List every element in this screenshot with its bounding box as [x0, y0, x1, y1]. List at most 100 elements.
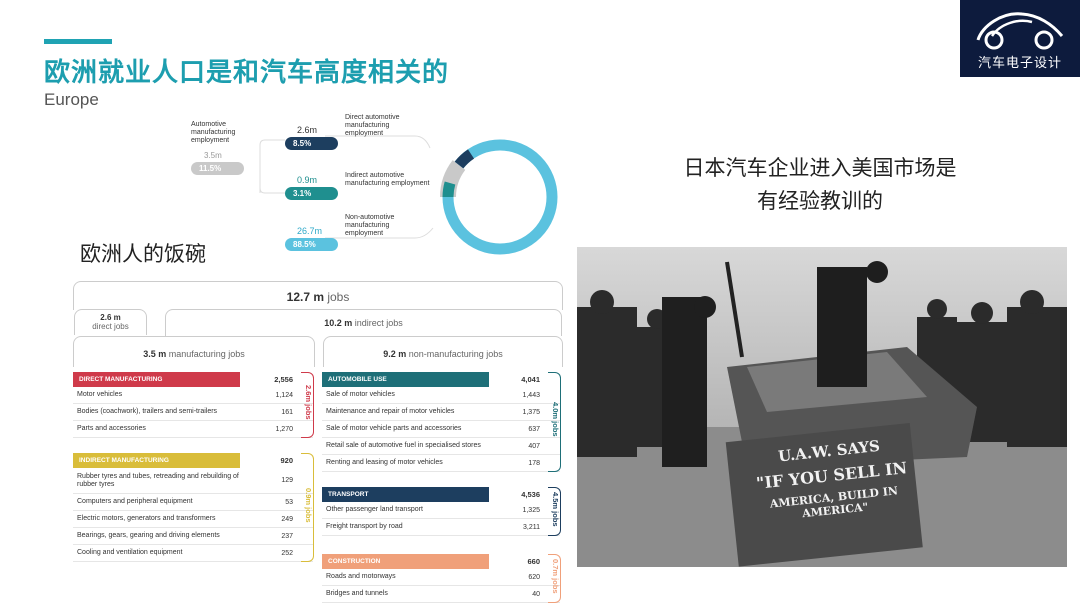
auto-mfg-value: 3.5m: [204, 151, 222, 160]
row-value: 249: [281, 515, 293, 523]
indirect-auto-pct-text: 3.1%: [293, 189, 312, 198]
table-total: 4,041: [521, 375, 540, 384]
non-manufacturing-jobs-box: 9.2 m non-manufacturing jobs: [323, 336, 563, 367]
table-row: Renting and leasing of motor vehicles 178: [322, 455, 560, 472]
table-row: Roads and motorways 620: [322, 569, 560, 586]
row-label: Sale of motor vehicles: [326, 391, 395, 398]
japan-lesson-line-1: 日本汽车企业进入美国市场是: [683, 156, 957, 180]
indirect-jobs-box: 10.2 m indirect jobs: [165, 309, 562, 336]
table-row: Computers and peripheral equipment 53: [73, 494, 313, 511]
row-label: Cooling and ventilation equipment: [77, 549, 183, 556]
table-title: TRANSPORT: [322, 487, 489, 502]
non-auto-label: Non-automotive manufacturing employment: [345, 214, 395, 237]
row-value: 252: [281, 549, 293, 557]
row-label: Computers and peripheral equipment: [77, 498, 193, 505]
row-value: 620: [528, 573, 540, 581]
table-indirect-manufacturing: INDIRECT MANUFACTURING 920 Rubber tyres an…: [73, 453, 314, 562]
car-outline-logo-icon: [976, 12, 1064, 50]
table-automobile-use: AUTOMOBILE USE 4,041 Sale of motor vehicle…: [322, 372, 561, 472]
row-value: 1,325: [522, 506, 540, 514]
table-row: Motor vehicles 1,124: [73, 387, 313, 404]
table-side-label: 0.7m jobs: [551, 558, 560, 594]
table-row: Sale of motor vehicles 1,443: [322, 387, 560, 404]
row-label: Bearings, gears, gearing and driving ele…: [77, 532, 220, 539]
row-label: Roads and motorways: [326, 573, 396, 580]
row-value: 1,375: [522, 408, 540, 416]
table-transport: TRANSPORT 4,536 Other passenger land trans…: [322, 487, 561, 536]
auto-mfg-pct-text: 11.5%: [199, 164, 222, 173]
table-direct-manufacturing: DIRECT MANUFACTURING 2,556 Motor vehicles 1…: [73, 372, 314, 438]
page-title: 欧洲就业人口是和汽车高度相关的: [44, 58, 450, 88]
row-value: 40: [532, 590, 540, 598]
donut-segment-direct: [454, 149, 475, 169]
row-value: 1,270: [275, 425, 293, 433]
row-label: Rubber tyres and tubes, retreading and r…: [77, 472, 239, 488]
auto-mfg-label: Automotive manufacturing employment: [191, 121, 236, 144]
table-header: TRANSPORT 4,536: [322, 487, 560, 502]
indirect-auto-value: 0.9m: [297, 175, 318, 185]
table-total: 4,536: [521, 490, 540, 499]
brand-logo: 汽车电子设计: [960, 0, 1080, 77]
total-jobs-unit: jobs: [327, 290, 350, 304]
japan-lesson-line-2: 有经验教训的: [757, 189, 883, 213]
row-label: Other passenger land transport: [326, 506, 423, 513]
indirect-jobs-num: 10.2 m: [324, 318, 353, 328]
non-manufacturing-jobs-num: 9.2 m: [383, 349, 407, 359]
row-value: 1,443: [522, 391, 540, 399]
table-row: Freight transport by road 3,211: [322, 519, 560, 536]
title-accent-bar: [44, 39, 112, 44]
manufacturing-jobs-box: 3.5 m manufacturing jobs: [73, 336, 315, 367]
total-jobs-num: 12.7 m: [286, 290, 324, 304]
row-value: 161: [281, 408, 293, 416]
donut-segment-indirect: [442, 181, 456, 198]
row-label: Maintenance and repair of motor vehicles: [326, 408, 455, 415]
direct-jobs-num: 2.6 m: [100, 313, 121, 322]
table-row: Rubber tyres and tubes, retreading and r…: [73, 468, 313, 494]
row-value: 407: [528, 442, 540, 450]
row-label: Bridges and tunnels: [326, 590, 388, 597]
employment-donut-chart: [440, 139, 558, 255]
non-manufacturing-jobs-unit: non-manufacturing jobs: [408, 349, 503, 359]
row-value: 237: [281, 532, 293, 540]
table-row: Maintenance and repair of motor vehicles…: [322, 404, 560, 421]
table-row: Other passenger land transport 1,325: [322, 502, 560, 519]
row-value: 129: [281, 477, 293, 484]
direct-jobs-unit: direct jobs: [92, 322, 129, 331]
table-row: Cooling and ventilation equipment 252: [73, 545, 313, 562]
row-value: 53: [285, 498, 293, 506]
table-title: INDIRECT MANUFACTURING: [73, 453, 240, 468]
table-row: Bearings, gears, gearing and driving ele…: [73, 528, 313, 545]
table-total: 660: [527, 557, 540, 566]
manufacturing-jobs-num: 3.5 m: [143, 349, 167, 359]
total-jobs-box: 12.7 m jobs: [73, 281, 563, 310]
table-row: Bodies (coachwork), trailers and semi-tr…: [73, 404, 313, 421]
direct-auto-label: Direct automotive manufacturing employme…: [345, 114, 400, 137]
protest-scene-image: [577, 247, 1067, 567]
row-label: Retail sale of automotive fuel in specia…: [326, 442, 481, 449]
table-row: Retail sale of automotive fuel in specia…: [322, 438, 560, 455]
row-label: Electric motors, generators and transfor…: [77, 515, 216, 522]
table-total: 920: [280, 456, 293, 465]
indirect-auto-pct: 3.1%: [285, 187, 338, 200]
indirect-auto-label: Indirect automotive manufacturing employ…: [345, 172, 430, 187]
manufacturing-jobs-unit: manufacturing jobs: [168, 349, 245, 359]
table-side-label: 2.6m jobs: [304, 385, 313, 420]
table-title: DIRECT MANUFACTURING: [73, 372, 240, 387]
table-header: DIRECT MANUFACTURING 2,556: [73, 372, 313, 387]
row-label: Bodies (coachwork), trailers and semi-tr…: [77, 408, 218, 415]
non-auto-pct: 88.5%: [285, 238, 338, 251]
table-title: AUTOMOBILE USE: [322, 372, 489, 387]
row-label: Motor vehicles: [77, 391, 123, 398]
table-side-label: 4.5m jobs: [551, 491, 560, 527]
table-side-label: 0.9m jobs: [304, 487, 313, 523]
row-label: Renting and leasing of motor vehicles: [326, 459, 443, 466]
row-label: Freight transport by road: [326, 523, 403, 530]
non-auto-value: 26.7m: [297, 226, 323, 236]
table-construction: CONSTRUCTION 660 Roads and motorways 620 Bri…: [322, 554, 561, 603]
row-label: Sale of motor vehicle parts and accessor…: [326, 425, 462, 432]
europe-jobs-heading: 欧洲人的饭碗: [80, 242, 206, 266]
direct-auto-pct-text: 8.5%: [293, 139, 312, 148]
auto-mfg-pct: 11.5%: [191, 162, 244, 175]
non-auto-pct-text: 88.5%: [293, 240, 316, 249]
uaw-protest-photo: U.A.W. SAYS "IF YOU SELL IN AMERICA, BUI…: [577, 247, 1067, 567]
